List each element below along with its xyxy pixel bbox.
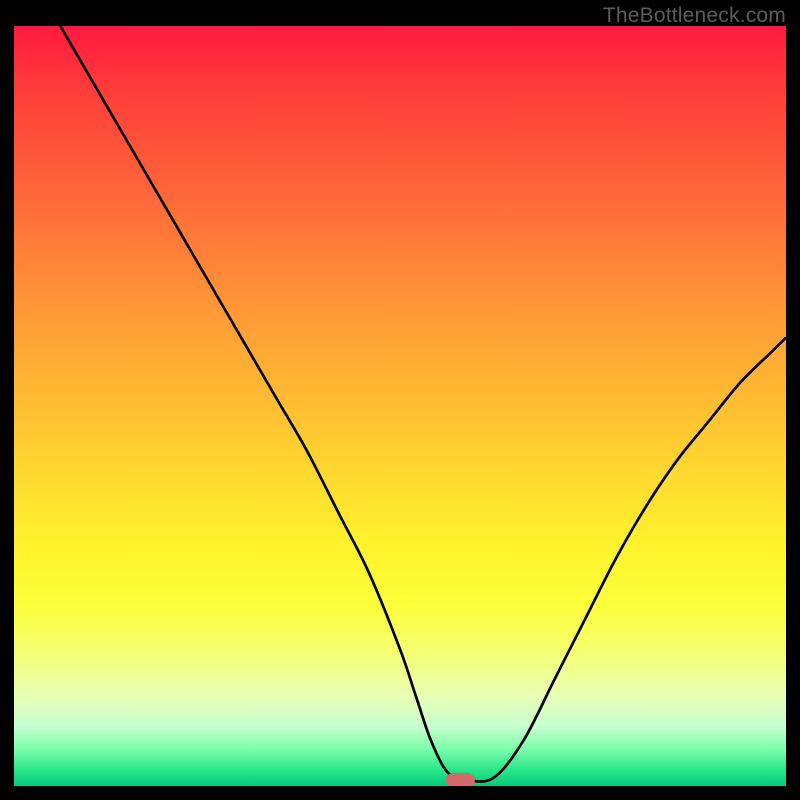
chart-svg bbox=[14, 26, 786, 786]
chart-container: TheBottleneck.com bbox=[0, 0, 800, 800]
watermark: TheBottleneck.com bbox=[603, 4, 786, 28]
curve-line bbox=[60, 26, 786, 782]
minimum-marker bbox=[446, 773, 475, 786]
plot-area bbox=[14, 26, 786, 786]
